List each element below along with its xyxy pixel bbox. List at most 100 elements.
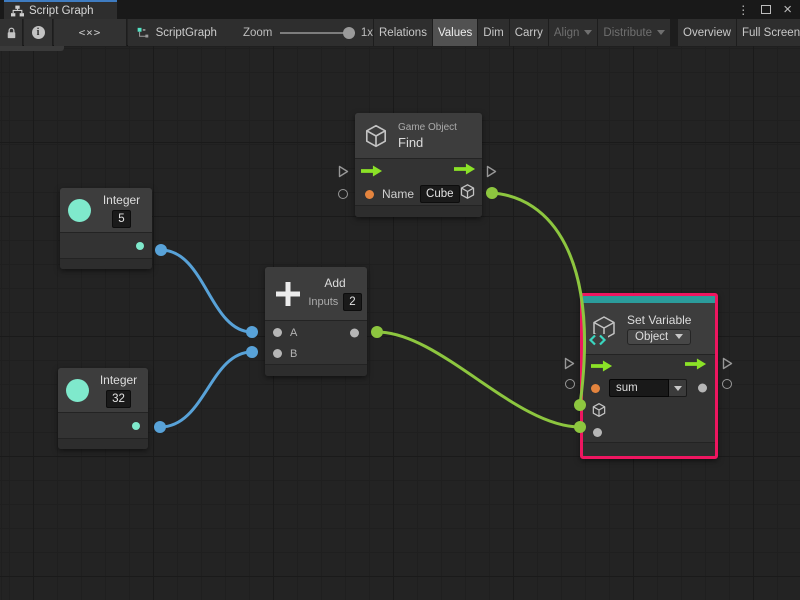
graph-toolbar: i <×> ScriptGraph Zoom 1x Relations Valu… (0, 19, 800, 46)
object-input-port[interactable] (591, 402, 607, 418)
flow-out-port[interactable] (454, 163, 476, 175)
chevron-down-icon (674, 386, 682, 391)
add-inputs-count-field[interactable]: 2 (343, 293, 361, 311)
set-variable-output-port[interactable] (698, 384, 707, 393)
set-variable-footer (583, 443, 715, 456)
zoom-slider-handle[interactable] (343, 27, 355, 39)
add-input-a-label: A (290, 327, 297, 339)
graph-breadcrumb[interactable]: ScriptGraph Zoom 1x (128, 19, 374, 46)
canvas-corner-strip (0, 46, 64, 51)
find-header[interactable]: Game Object Find (355, 113, 482, 159)
setvariable-name-outer-port[interactable] (565, 379, 575, 389)
flow-in-port[interactable] (361, 165, 383, 177)
add-inputs-label: Inputs (308, 296, 338, 308)
integer2-body (58, 413, 148, 439)
code-view-button[interactable]: <×> (54, 19, 127, 46)
integer-node-1[interactable]: Integer 5 (60, 188, 152, 269)
graph-name: ScriptGraph (156, 27, 217, 39)
find-flow-out-outer-port[interactable] (486, 165, 497, 183)
add-title: Add (324, 276, 345, 290)
wire-integer2-to-add-b (160, 352, 252, 427)
add-icon (273, 279, 303, 309)
add-header[interactable]: Add Inputs 2 (265, 267, 367, 321)
integer-node-2[interactable]: Integer 32 (58, 368, 148, 449)
find-gameobject-output-port[interactable] (459, 183, 476, 200)
integer2-title: Integer (100, 373, 137, 387)
integer1-header[interactable]: Integer 5 (60, 188, 152, 233)
info-icon: i (32, 26, 45, 39)
tab-bar: Script Graph ⋮ × (0, 0, 800, 19)
variable-name-input-port[interactable] (591, 384, 600, 393)
add-output-port[interactable] (350, 328, 359, 337)
variable-name-dropdown-button[interactable] (669, 379, 687, 397)
find-name-outer-port[interactable] (338, 189, 348, 199)
find-node[interactable]: Game Object Find Name (355, 113, 482, 217)
graph-hierarchy-icon (11, 5, 24, 17)
window-controls: ⋮ × (737, 0, 792, 19)
add-node[interactable]: Add Inputs 2 A B (265, 267, 367, 376)
setvariable-output-outer-port[interactable] (722, 379, 732, 389)
setvariable-flow-in-outer-port[interactable] (564, 357, 575, 375)
integer2-output-port[interactable] (132, 422, 140, 430)
find-name-input-port[interactable] (365, 190, 374, 199)
add-body: A B (265, 321, 367, 365)
find-flow-in-outer-port[interactable] (338, 165, 349, 183)
variable-scope-dropdown[interactable]: Object (627, 329, 691, 345)
variable-chevrons-icon (588, 334, 608, 346)
overview-button[interactable]: Overview (678, 19, 736, 46)
values-label: Values (438, 27, 472, 39)
find-category: Game Object (398, 122, 457, 133)
game-object-cube-icon (363, 123, 389, 149)
variable-name-value: sum (609, 379, 669, 397)
variable-name-dropdown[interactable]: sum (609, 379, 687, 397)
integer1-body (60, 233, 152, 259)
flow-out-port[interactable] (685, 358, 707, 370)
find-param-label: Name (382, 187, 414, 201)
full-screen-label: Full Screen (742, 27, 800, 39)
setvariable-flow-out-outer-port[interactable] (722, 357, 733, 375)
find-title: Find (398, 135, 423, 150)
chevron-down-icon (584, 30, 592, 35)
integer2-header[interactable]: Integer 32 (58, 368, 148, 413)
flow-in-port[interactable] (591, 360, 613, 372)
close-icon[interactable]: × (783, 2, 792, 17)
values-button[interactable]: Values (433, 19, 477, 46)
integer-type-icon (68, 199, 91, 222)
align-button[interactable]: Align (549, 19, 598, 46)
inspector-button[interactable]: i (24, 19, 53, 46)
value-input-port[interactable] (593, 428, 602, 437)
integer1-output-port[interactable] (136, 242, 144, 250)
maximize-icon[interactable] (761, 5, 771, 14)
align-label: Align (554, 27, 580, 39)
graph-canvas[interactable]: Integer 5 Integer 32 (0, 46, 800, 600)
add-input-a-port[interactable] (273, 328, 282, 337)
zoom-slider[interactable] (280, 19, 354, 46)
integer2-value-field[interactable]: 32 (106, 390, 131, 408)
relations-button[interactable]: Relations (374, 19, 432, 46)
distribute-label: Distribute (603, 27, 652, 39)
lock-button[interactable] (0, 19, 23, 46)
chevron-down-icon (675, 334, 683, 339)
integer1-value-field[interactable]: 5 (112, 210, 130, 228)
chevron-down-icon (657, 30, 665, 35)
full-screen-button[interactable]: Full Screen (737, 19, 800, 46)
integer2-footer (58, 439, 148, 449)
carry-button[interactable]: Carry (510, 19, 548, 46)
relations-label: Relations (379, 27, 427, 39)
add-input-b-label: B (290, 348, 297, 360)
add-input-b-port[interactable] (273, 349, 282, 358)
set-variable-title: Set Variable (627, 313, 691, 327)
distribute-button[interactable]: Distribute (598, 19, 670, 46)
tab-title: Script Graph (29, 5, 94, 17)
set-variable-node[interactable]: Set Variable Object (580, 293, 718, 459)
tab-script-graph[interactable]: Script Graph (4, 0, 117, 19)
window-menu-icon[interactable]: ⋮ (737, 4, 749, 16)
zoom-label: Zoom (243, 27, 272, 39)
find-name-field[interactable]: Cube (420, 185, 460, 203)
integer1-title: Integer (103, 193, 140, 207)
code-icon: <×> (79, 26, 102, 39)
dim-button[interactable]: Dim (478, 19, 508, 46)
set-variable-selection-strip (583, 296, 715, 303)
wire-add-to-setvariable-value (377, 332, 580, 427)
set-variable-header[interactable]: Set Variable Object (583, 303, 715, 355)
